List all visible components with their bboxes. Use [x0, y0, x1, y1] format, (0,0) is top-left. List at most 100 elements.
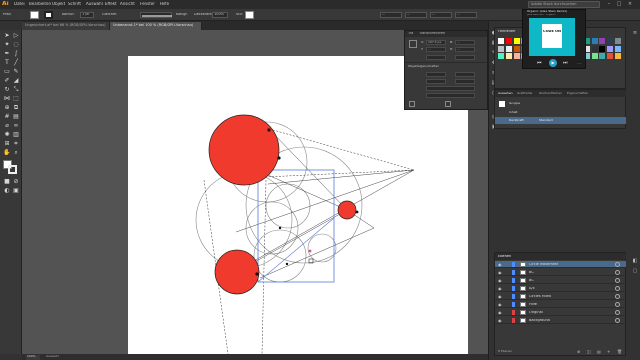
eye-icon[interactable]: ◉	[498, 262, 503, 267]
swatch[interactable]	[607, 38, 614, 44]
property-input[interactable]	[426, 72, 446, 77]
free-transform-tool-icon[interactable]: ⬚	[12, 95, 20, 103]
menu-item[interactable]: Effekt	[105, 2, 117, 8]
menu-item[interactable]: Objekt	[52, 2, 65, 8]
layers-title[interactable]: Ebenen	[498, 255, 511, 259]
swatch[interactable]	[607, 53, 614, 59]
swatch[interactable]	[505, 45, 512, 52]
delete-layer-icon[interactable]: 🗑	[617, 349, 622, 354]
scale-tool-icon[interactable]: ⤡	[12, 86, 20, 94]
shear-input[interactable]	[455, 55, 475, 60]
w-input[interactable]: ...	[455, 40, 475, 45]
zoom-tool-icon[interactable]: ⌕	[12, 149, 20, 157]
property-input[interactable]	[455, 72, 475, 77]
swatch[interactable]	[498, 53, 504, 59]
tab-properties[interactable]: Eigenschaften	[567, 92, 588, 95]
layer-row[interactable]: ◉ Background	[495, 317, 626, 324]
menu-item[interactable]: Datei	[14, 2, 25, 8]
swatch[interactable]	[599, 38, 606, 44]
draw-mode-icon[interactable]: ◐	[3, 187, 11, 195]
new-layer-add-icon[interactable]: +	[607, 349, 612, 354]
shaper-tool-icon[interactable]: ✐	[3, 77, 11, 85]
layer-row[interactable]: ◉ Circle Movement	[495, 261, 626, 268]
style-swatch[interactable]	[245, 11, 254, 19]
more-icon[interactable]: ⋯	[577, 61, 582, 66]
swatch[interactable]	[599, 45, 606, 52]
property-input[interactable]	[426, 79, 446, 84]
layer-target-icon[interactable]	[615, 286, 620, 291]
direct-select-tool-icon[interactable]: ▷	[12, 32, 20, 40]
fill-swatch[interactable]	[30, 11, 39, 19]
lasso-tool-icon[interactable]: ◌	[12, 41, 20, 49]
next-track-icon[interactable]: ⏭	[563, 60, 569, 66]
swatch[interactable]	[615, 53, 621, 59]
layer-row[interactable]: ◉ BC	[495, 277, 626, 284]
stroke-swatch[interactable]	[44, 11, 53, 19]
selection-tool-icon[interactable]: ➤	[3, 32, 11, 40]
menu-item[interactable]: Auswahl	[86, 2, 103, 8]
layer-row[interactable]: ◉ BC	[495, 269, 626, 276]
symbol-sprayer-tool-icon[interactable]: ✺	[3, 131, 11, 139]
x-input[interactable]: 197,3 px	[426, 40, 446, 45]
play-icon[interactable]: ▶	[549, 59, 557, 67]
color-mode-icon[interactable]: ■	[3, 178, 11, 186]
eye-icon[interactable]: ◉	[498, 318, 503, 323]
zoom-field[interactable]: 100%	[26, 355, 40, 360]
height-field[interactable]: ...	[455, 12, 477, 18]
stock-search-input[interactable]: Adobe Stock durchsuchen	[528, 1, 600, 8]
eye-icon[interactable]: ◉	[498, 286, 503, 291]
maximize-icon[interactable]: □	[615, 1, 623, 8]
layer-row[interactable]: ◉ Original	[495, 309, 626, 316]
document-tab[interactable]: Ungesichert.ai* bei 66 % (RGB/GPU-Vorsch…	[22, 22, 110, 30]
eraser-tool-icon[interactable]: ◢	[12, 77, 20, 85]
reference-point-icon[interactable]	[409, 40, 417, 48]
eye-icon[interactable]: ◉	[498, 310, 503, 315]
menu-item[interactable]: Schrift	[68, 2, 81, 8]
clipping-mask-icon[interactable]: ◫	[587, 349, 592, 354]
swatch[interactable]	[591, 45, 598, 52]
swatch[interactable]	[498, 45, 504, 52]
layer-target-icon[interactable]	[615, 318, 620, 323]
width-field[interactable]: ...	[430, 12, 452, 18]
h-input[interactable]: ...	[455, 47, 475, 52]
tab-appearance[interactable]: Aussehen	[498, 92, 513, 95]
curvature-tool-icon[interactable]: ∫	[12, 50, 20, 58]
panel-menu-icon[interactable]: ≡	[631, 29, 639, 37]
checkbox[interactable]	[409, 101, 415, 107]
perspective-tool-icon[interactable]: ⧉	[12, 104, 20, 112]
swatch[interactable]	[615, 38, 621, 44]
paintbrush-tool-icon[interactable]: ✎	[12, 68, 20, 76]
checkbox[interactable]	[445, 101, 451, 107]
none-mode-icon[interactable]: ⊘	[12, 178, 20, 186]
prev-track-icon[interactable]: ⏮	[537, 60, 543, 66]
eye-icon[interactable]: ◉	[498, 278, 503, 283]
blend-tool-icon[interactable]: ∞	[12, 122, 20, 130]
hand-tool-icon[interactable]: ✋	[3, 149, 11, 157]
layer-target-icon[interactable]	[615, 278, 620, 283]
gradient-tool-icon[interactable]: ▤	[12, 113, 20, 121]
artboard-tool-icon[interactable]: ⊞	[3, 140, 11, 148]
layer-row[interactable]: ◉ A/E	[495, 285, 626, 292]
eye-icon[interactable]: ◉	[498, 302, 503, 307]
close-icon[interactable]: ×	[626, 1, 634, 8]
minimize-icon[interactable]: –	[605, 1, 613, 8]
property-input[interactable]	[455, 79, 475, 84]
swatch[interactable]	[505, 53, 512, 59]
new-layer-icon[interactable]: ▤	[597, 349, 602, 354]
swatch[interactable]	[513, 45, 520, 52]
angle-input[interactable]	[426, 55, 446, 60]
swatch[interactable]	[591, 53, 598, 59]
menu-item[interactable]: Ansicht	[120, 2, 135, 8]
line-tool-icon[interactable]: ╱	[12, 59, 20, 67]
layer-row[interactable]: ◉ Circles Filled	[495, 293, 626, 300]
layer-target-icon[interactable]	[615, 302, 620, 307]
stroke-weight-field[interactable]: 1 pt	[80, 12, 94, 18]
y-field[interactable]: ...	[405, 12, 427, 18]
layers-panel-icon[interactable]: ◧	[631, 257, 639, 265]
mesh-tool-icon[interactable]: #	[3, 113, 11, 121]
column-graph-tool-icon[interactable]: ▥	[12, 131, 20, 139]
swatch[interactable]	[615, 45, 621, 52]
layer-target-icon[interactable]	[615, 294, 620, 299]
tab-transform[interactable]: Transformieren	[419, 32, 445, 38]
type-tool-icon[interactable]: T	[3, 59, 11, 67]
